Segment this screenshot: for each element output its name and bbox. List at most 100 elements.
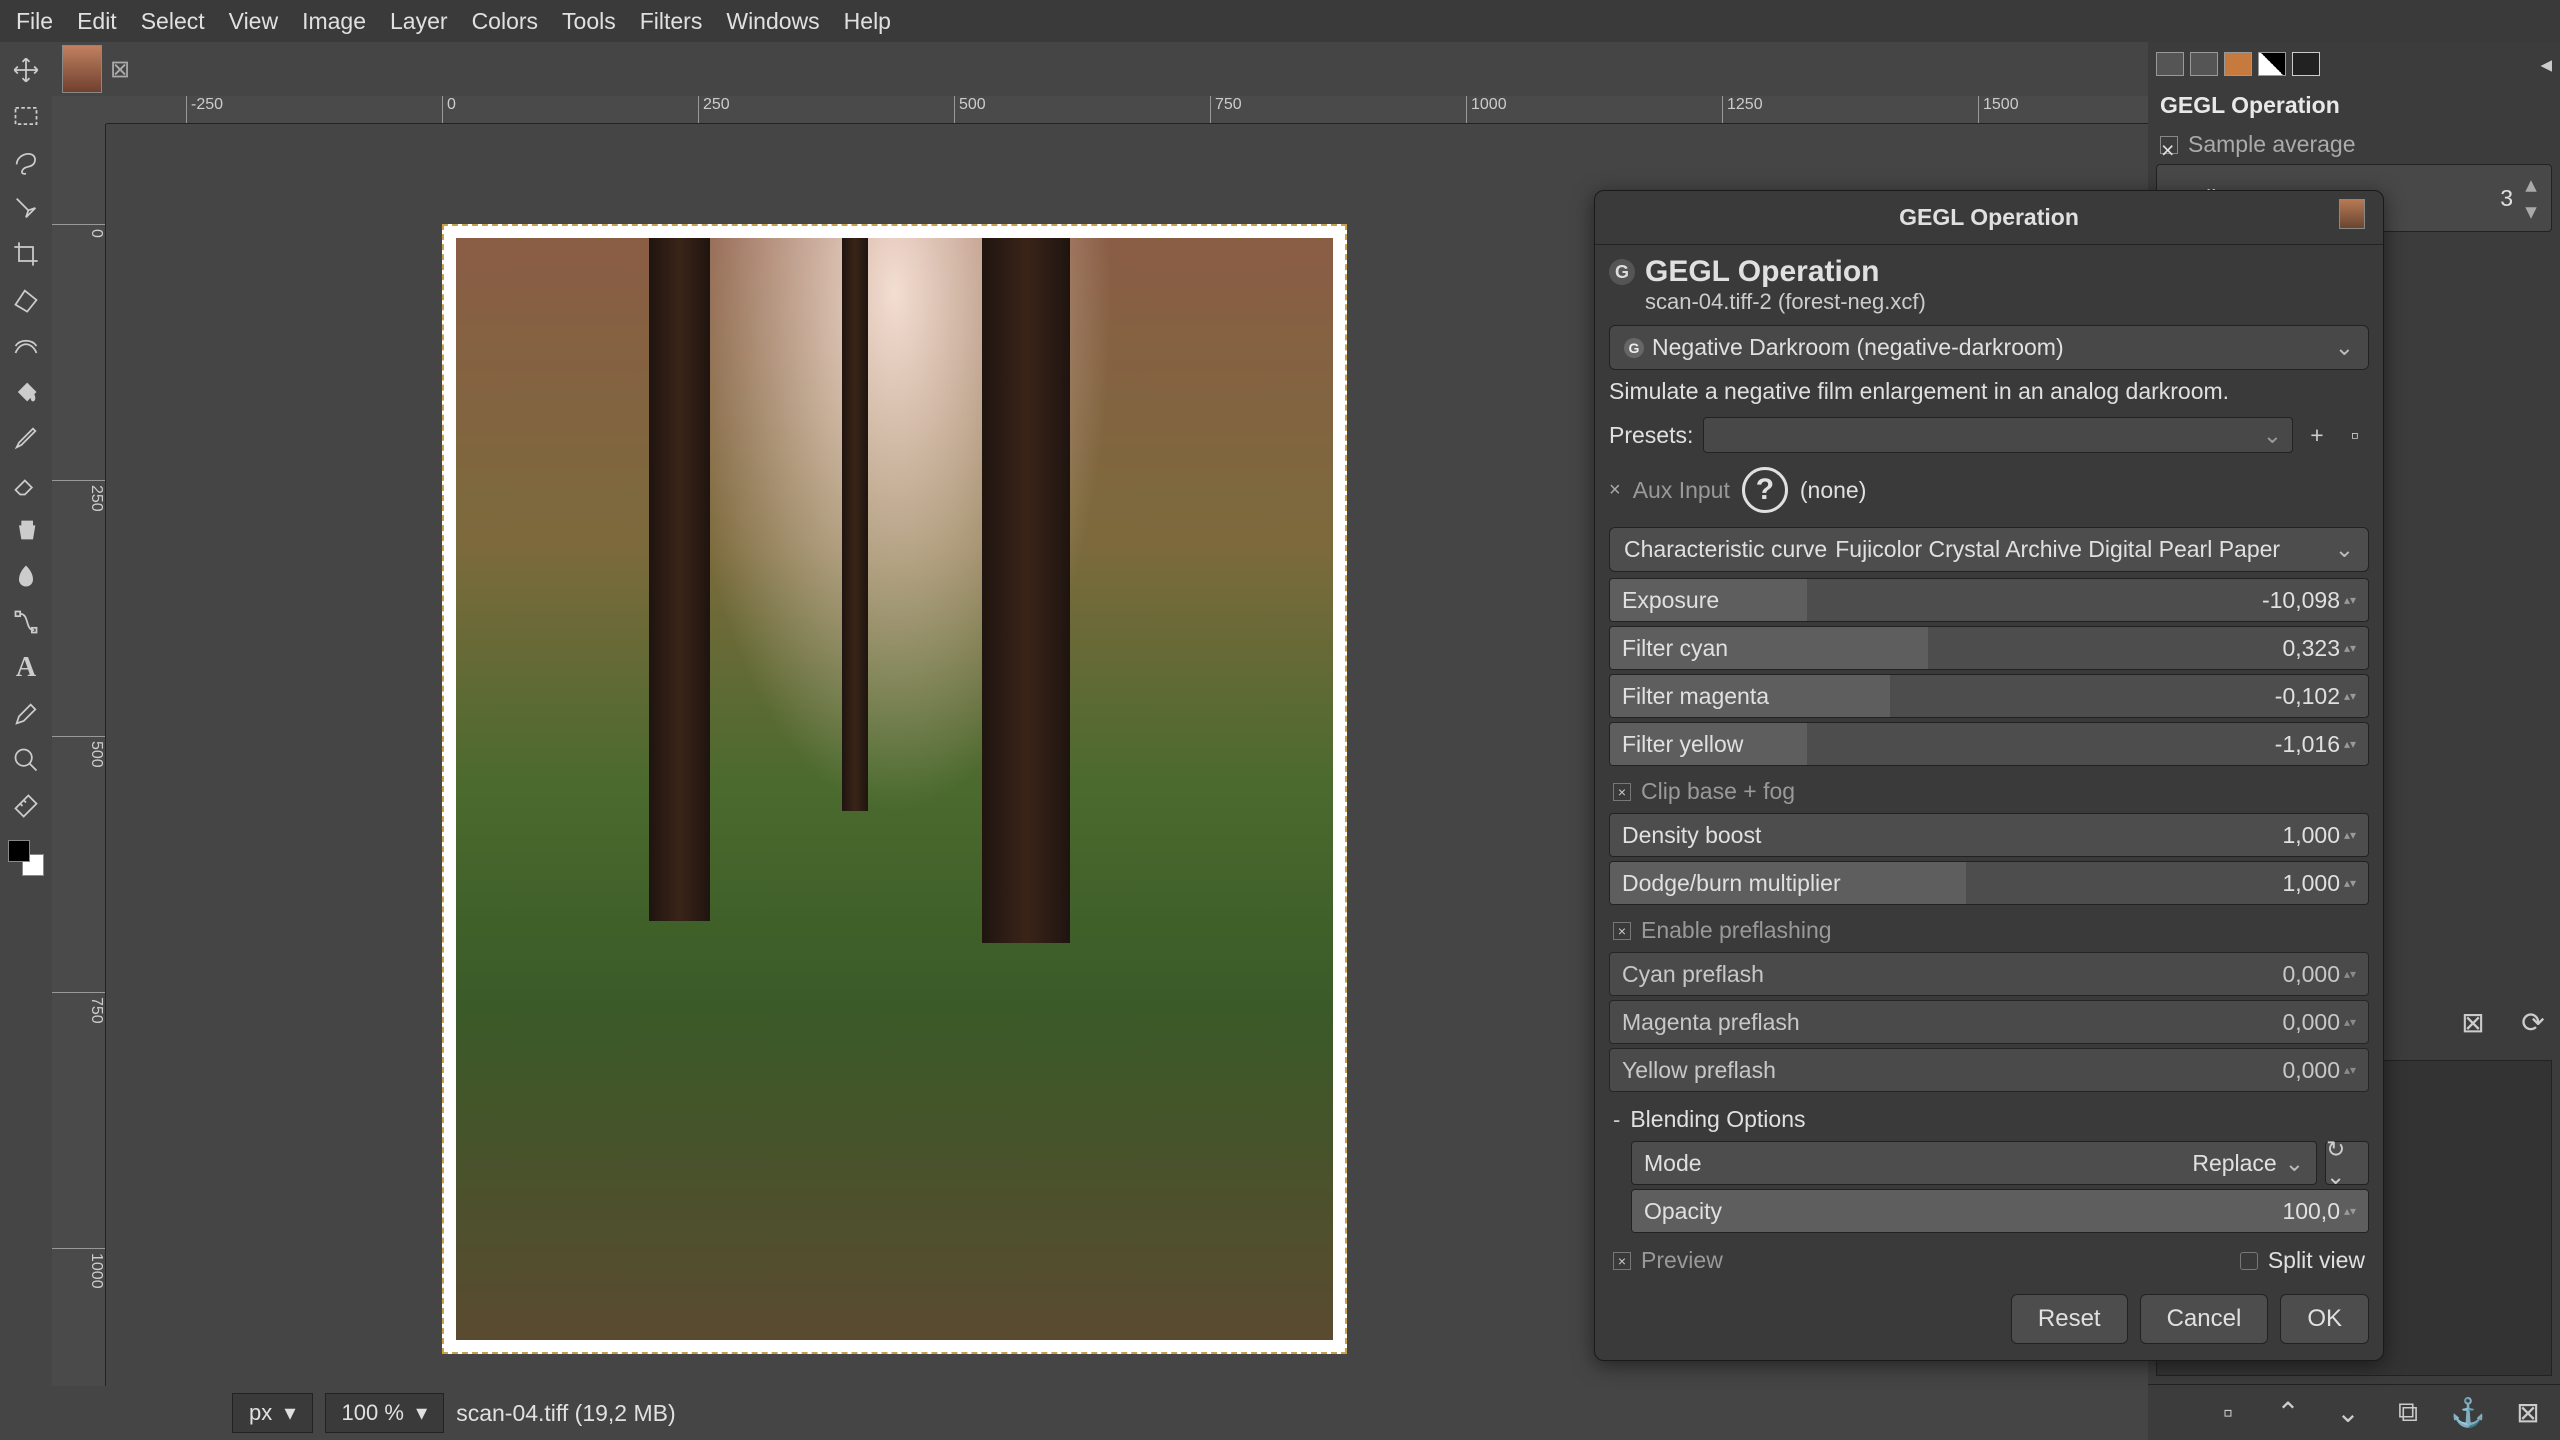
menu-view[interactable]: View: [217, 2, 290, 41]
anchor-icon[interactable]: ⚓: [2452, 1397, 2484, 1429]
spinner-icon[interactable]: ▴▾: [2344, 627, 2362, 669]
cancel-button[interactable]: Cancel: [2140, 1294, 2269, 1344]
filter-magenta-slider[interactable]: Filter magenta -0,102▴▾: [1609, 674, 2369, 718]
paintbrush-tool-icon[interactable]: [6, 418, 46, 458]
mode-combo[interactable]: ModeReplace⌄: [1631, 1141, 2317, 1185]
clip-base-checkbox[interactable]: ×Clip base + fog: [1609, 770, 2369, 813]
spinner-icon[interactable]: ▴▾: [2344, 1001, 2362, 1043]
path-tool-icon[interactable]: [6, 602, 46, 642]
up-icon[interactable]: ⌃: [2272, 1397, 2304, 1429]
free-select-tool-icon[interactable]: [6, 142, 46, 182]
warp-tool-icon[interactable]: [6, 326, 46, 366]
sample-average-label: Sample average: [2188, 131, 2548, 158]
slider-label: Yellow preflash: [1622, 1057, 1776, 1084]
operation-select[interactable]: G Negative Darkroom (negative-darkroom) …: [1609, 325, 2369, 370]
blending-section[interactable]: -Blending Options: [1609, 1096, 2369, 1137]
preview-checkbox[interactable]: ×: [1613, 1252, 1631, 1270]
spinner-icon[interactable]: ▴▾: [2344, 579, 2362, 621]
spinner-icon[interactable]: ▴▾: [2344, 1049, 2362, 1091]
duplicate-icon[interactable]: ⧉: [2392, 1397, 2424, 1429]
spinner-icon[interactable]: ▴▾: [2344, 953, 2362, 995]
menu-colors[interactable]: Colors: [460, 2, 550, 41]
transform-tool-icon[interactable]: [6, 280, 46, 320]
save-preset-icon[interactable]: ▫: [2341, 421, 2369, 449]
menu-filters[interactable]: Filters: [628, 2, 715, 41]
add-preset-icon[interactable]: +: [2303, 421, 2331, 449]
color-picker-tool-icon[interactable]: [6, 694, 46, 734]
ruler-horizontal[interactable]: -250 0 250 500 750 1000 1250 1500: [106, 96, 2148, 124]
question-icon[interactable]: ?: [1742, 467, 1788, 513]
mode-switch-button[interactable]: ↻ ⌄: [2325, 1141, 2369, 1185]
spinner-icon[interactable]: ▴▾: [2344, 723, 2362, 765]
filter-yellow-slider[interactable]: Filter yellow-1,016▴▾: [1609, 722, 2369, 766]
menu-select[interactable]: Select: [129, 2, 217, 41]
menu-help[interactable]: Help: [832, 2, 903, 41]
new-icon[interactable]: ▫: [2212, 1397, 2244, 1429]
down-icon[interactable]: ⌄: [2332, 1397, 2364, 1429]
delete-icon[interactable]: ⊠: [2512, 1397, 2544, 1429]
dock-icon[interactable]: [2258, 52, 2286, 76]
dock-icon[interactable]: [2292, 52, 2320, 76]
density-boost-slider[interactable]: Density boost1,000▴▾: [1609, 813, 2369, 857]
dock-icon[interactable]: [2156, 52, 2184, 76]
slider-value: -0,102: [2275, 683, 2340, 710]
clone-tool-icon[interactable]: [6, 510, 46, 550]
dodge-burn-slider[interactable]: Dodge/burn multiplier1,000▴▾: [1609, 861, 2369, 905]
reset-button[interactable]: Reset: [2011, 1294, 2128, 1344]
image-tab-thumb[interactable]: [62, 45, 102, 93]
presets-combo[interactable]: ⌄: [1703, 417, 2293, 453]
split-view-checkbox[interactable]: [2240, 1252, 2258, 1270]
crop-tool-icon[interactable]: [6, 234, 46, 274]
spinner-icon[interactable]: ▴▾: [2344, 814, 2362, 856]
measure-tool-icon[interactable]: [6, 786, 46, 826]
color-swatch[interactable]: [8, 840, 44, 876]
magenta-preflash-slider[interactable]: Magenta preflash0,000▴▾: [1609, 1000, 2369, 1044]
bucket-fill-tool-icon[interactable]: [6, 372, 46, 412]
checkbox-icon[interactable]: ×: [2160, 136, 2178, 154]
dock-menu-icon[interactable]: ◂: [2540, 51, 2552, 78]
cyan-preflash-slider[interactable]: Cyan preflash0,000▴▾: [1609, 952, 2369, 996]
dock-icon[interactable]: [2224, 52, 2252, 76]
enable-preflash-checkbox[interactable]: ×Enable preflashing: [1609, 909, 2369, 952]
reset-aux-icon[interactable]: ×: [1609, 479, 1621, 502]
yellow-preflash-slider[interactable]: Yellow preflash0,000▴▾: [1609, 1048, 2369, 1092]
menu-edit[interactable]: Edit: [65, 2, 129, 41]
zoom-tool-icon[interactable]: [6, 740, 46, 780]
checkbox-icon[interactable]: ×: [1613, 783, 1631, 801]
menu-image[interactable]: Image: [290, 2, 378, 41]
rect-select-tool-icon[interactable]: [6, 96, 46, 136]
spinner-icon[interactable]: ▴▾: [2344, 1190, 2362, 1232]
ruler-vertical[interactable]: 0 250 500 750 1000: [52, 124, 106, 1386]
exposure-slider[interactable]: Exposure-10,098▴▾: [1609, 578, 2369, 622]
slider-label: Filter magenta: [1622, 683, 1769, 710]
menu-file[interactable]: File: [4, 2, 65, 41]
text-tool-icon[interactable]: A: [6, 648, 46, 688]
move-tool-icon[interactable]: [6, 50, 46, 90]
menu-windows[interactable]: Windows: [714, 2, 831, 41]
checkbox-icon[interactable]: ×: [1613, 922, 1631, 940]
dialog-titlebar[interactable]: GEGL Operation ✕: [1595, 191, 2383, 245]
smudge-tool-icon[interactable]: [6, 556, 46, 596]
refresh-icon[interactable]: ⟳: [2518, 1007, 2548, 1037]
zoom-select[interactable]: 100 % ▾: [325, 1393, 445, 1433]
menu-tools[interactable]: Tools: [550, 2, 628, 41]
menu-layer[interactable]: Layer: [378, 2, 460, 41]
unit-select[interactable]: px ▾: [232, 1393, 313, 1433]
ok-button[interactable]: OK: [2280, 1294, 2369, 1344]
eraser-tool-icon[interactable]: [6, 464, 46, 504]
spinner-icon[interactable]: ▴▾: [2344, 675, 2362, 717]
opacity-slider[interactable]: Opacity100,0▴▾: [1631, 1189, 2369, 1233]
close-tab-icon[interactable]: ⊠: [2458, 1007, 2488, 1037]
spinner-icon[interactable]: ▴▾: [2344, 862, 2362, 904]
collapse-icon[interactable]: -: [1613, 1107, 1620, 1133]
filter-cyan-slider[interactable]: Filter cyan0,323▴▾: [1609, 626, 2369, 670]
fuzzy-select-tool-icon[interactable]: [6, 188, 46, 228]
sample-average-row[interactable]: × Sample average: [2148, 125, 2560, 164]
curve-select[interactable]: Characteristic curve Fujicolor Crystal A…: [1609, 527, 2369, 572]
tab-close-icon[interactable]: ⊠: [110, 55, 130, 84]
gegl-dialog: GEGL Operation ✕ G GEGL Operation scan-0…: [1594, 190, 2384, 1361]
dock-icon[interactable]: [2190, 52, 2218, 76]
canvas-image[interactable]: [442, 224, 1347, 1354]
toolbox: A: [0, 42, 52, 1440]
spinner-icon[interactable]: ▴▾: [2523, 171, 2539, 225]
